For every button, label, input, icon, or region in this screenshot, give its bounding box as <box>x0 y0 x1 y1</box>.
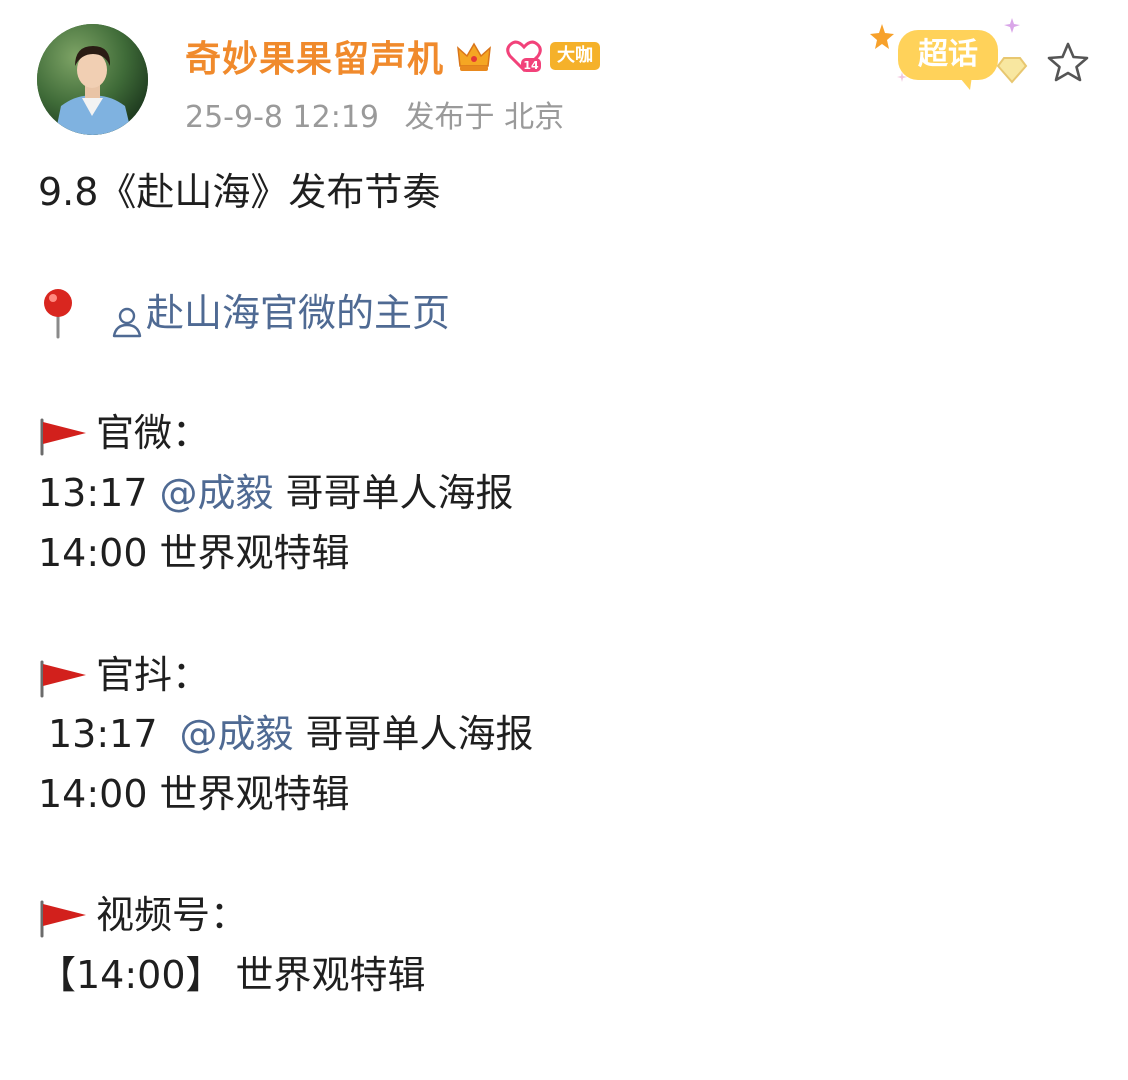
triangular-flag-icon <box>38 895 88 938</box>
supertopic-label: 超话 <box>918 37 978 72</box>
triangular-flag-icon <box>38 413 88 456</box>
schedule-time: 13:17 <box>48 712 158 756</box>
schedule-text: 世界观特辑 <box>235 953 426 997</box>
homepage-line: 赴山海官微的主页 <box>38 283 450 343</box>
homepage-link[interactable]: 赴山海官微的主页 <box>110 283 450 343</box>
username[interactable]: 奇妙果果留声机 <box>185 30 444 82</box>
schedule-line: 13:17 @成毅 哥哥单人海报 <box>48 704 534 764</box>
schedule-line: 14:00 世界观特辑 <box>38 523 350 583</box>
heart-level-icon[interactable]: 14 <box>504 36 544 76</box>
username-row: 奇妙果果留声机 14 大咖 <box>185 28 601 84</box>
schedule-time: 14:00 <box>38 531 148 575</box>
schedule-text: 世界观特辑 <box>159 772 350 816</box>
schedule-line: 13:17 @成毅 哥哥单人海报 <box>38 463 514 523</box>
vip-badge[interactable]: 大咖 <box>550 42 601 70</box>
section-heading-text: 官抖： <box>96 653 211 697</box>
schedule-time: 14:00 <box>38 772 148 816</box>
post-title-text: 9.8《赴山海》发布节奏 <box>38 170 441 214</box>
post-title: 9.8《赴山海》发布节奏 <box>38 162 440 222</box>
schedule-text: 哥哥单人海报 <box>305 712 534 756</box>
section-heading: 官抖： <box>38 645 210 705</box>
schedule-time: 【14:00】 <box>38 953 224 997</box>
timestamp: 25-9-8 12:19 <box>185 100 379 135</box>
schedule-line: 【14:00】 世界观特辑 <box>38 945 426 1005</box>
triangular-flag-icon <box>38 655 88 698</box>
schedule-text: 哥哥单人海报 <box>285 471 514 515</box>
crown-icon[interactable] <box>454 36 494 76</box>
star-icon[interactable] <box>1045 40 1091 86</box>
pushpin-icon <box>38 287 78 339</box>
schedule-time: 13:17 <box>38 471 148 515</box>
location: 发布于 北京 <box>404 100 565 135</box>
mention-link[interactable]: @成毅 <box>180 704 294 764</box>
user-outline-icon <box>110 296 144 338</box>
mention-link[interactable]: @成毅 <box>160 463 274 523</box>
section-heading-text: 官微： <box>96 411 211 455</box>
schedule-text: 世界观特辑 <box>159 531 350 575</box>
section-heading: 视频号： <box>38 885 248 945</box>
avatar[interactable] <box>37 24 148 135</box>
schedule-line: 14:00 世界观特辑 <box>38 764 350 824</box>
homepage-link-text[interactable]: 赴山海官微的主页 <box>146 283 450 343</box>
supertopic-button[interactable]: 超话 <box>862 10 1038 98</box>
section-heading: 官微： <box>38 403 210 463</box>
section-heading-text: 视频号： <box>96 893 249 937</box>
level-number: 14 <box>523 59 539 72</box>
post-meta: 25-9-8 12:19 发布于 北京 <box>185 92 564 136</box>
post-header: 奇妙果果留声机 14 大咖 25-9-8 12:19 发布于 北京 超话 <box>0 0 1128 150</box>
